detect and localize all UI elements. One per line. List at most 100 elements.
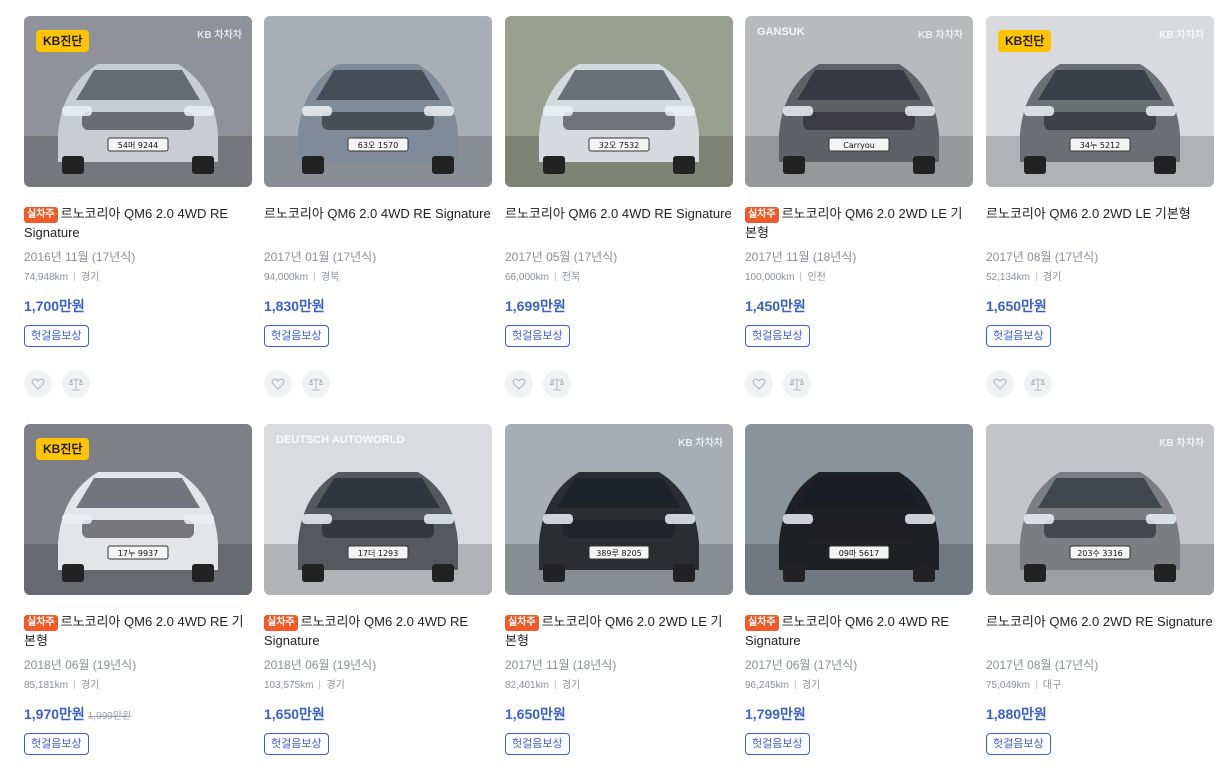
- car-photo[interactable]: 34누 5212 KB진단 KB 차차차: [986, 16, 1214, 187]
- kb-diagnosis-badge: KB진단: [998, 30, 1052, 52]
- listing-card[interactable]: 63오 1570 르노코리아 QM6 2.0 4WD RE Signature 20…: [264, 16, 492, 398]
- price-value: 1,880만원: [986, 706, 1047, 722]
- listing-grid: 54머 9244 KB진단 KB 차차차 실차주 르노코리아 QM6 2.0 4WD R…: [0, 0, 1226, 773]
- model-year: 2017년 08월 (17년식): [986, 658, 1099, 672]
- listing-title-text[interactable]: 르노코리아 QM6 2.0 2WD RE Signature: [986, 614, 1213, 629]
- car-photo[interactable]: 17더 1293 DEUTSCH AUTOWORLD: [264, 424, 492, 595]
- price-value: 1,650만원: [264, 706, 325, 722]
- listing-meta: 52,134km 경기: [986, 268, 1061, 283]
- listing-meta: 75,049km 대구: [986, 676, 1061, 691]
- listing-title[interactable]: 실차주 르노코리아 QM6 2.0 4WD RE 기본형: [24, 612, 252, 650]
- listing-title[interactable]: 르노코리아 QM6 2.0 4WD RE Signature: [264, 204, 492, 223]
- car-photo[interactable]: 203수 3316 KB 차차차: [986, 424, 1214, 595]
- region: 전북: [561, 272, 581, 283]
- listing-title-text[interactable]: 르노코리아 QM6 2.0 4WD RE Signature: [264, 206, 491, 221]
- photo-watermark: KB 차차차: [197, 30, 242, 41]
- listing-card[interactable]: 34누 5212 KB진단 KB 차차차르노코리아 QM6 2.0 2WD LE 기…: [986, 16, 1214, 398]
- scale-icon[interactable]: [783, 370, 811, 398]
- listing-title[interactable]: 실차주 르노코리아 QM6 2.0 4WD RE Signature: [24, 204, 252, 242]
- listing-meta: 82,401km 경기: [505, 676, 580, 691]
- owner-verified-badge: 실차주: [24, 207, 58, 223]
- price: 1,799만원: [745, 704, 806, 724]
- price-value: 1,700만원: [24, 298, 85, 314]
- region: 경기: [801, 680, 821, 691]
- listing-title[interactable]: 실차주 르노코리아 QM6 2.0 4WD RE Signature: [264, 612, 492, 650]
- scale-icon[interactable]: [1024, 370, 1052, 398]
- wasted-trip-compensation-badge: 헛걸음보상: [986, 325, 1051, 347]
- mileage: 100,000km: [745, 272, 795, 283]
- meta-divider: [313, 272, 315, 281]
- owner-verified-badge: 실차주: [505, 615, 539, 631]
- mileage: 103,575km: [264, 680, 314, 691]
- heart-icon[interactable]: [986, 370, 1014, 398]
- car-photo[interactable]: 09마 5617: [745, 424, 973, 595]
- listing-card[interactable]: 17더 1293 DEUTSCH AUTOWORLD 실차주 르노코리아 QM6 2.…: [264, 424, 492, 773]
- wasted-trip-compensation-badge: 헛걸음보상: [745, 733, 810, 755]
- license-plate: 389루 8205: [596, 549, 642, 558]
- wasted-trip-compensation-badge: 헛걸음보상: [505, 325, 570, 347]
- listing-card[interactable]: 32오 7532 르노코리아 QM6 2.0 4WD RE Signature 20…: [505, 16, 733, 398]
- scale-icon[interactable]: [543, 370, 571, 398]
- model-year: 2017년 08월 (17년식): [986, 250, 1099, 264]
- model-year: 2018년 06월 (19년식): [264, 658, 377, 672]
- heart-icon[interactable]: [264, 370, 292, 398]
- wasted-trip-compensation-badge: 헛걸음보상: [745, 325, 810, 347]
- listing-title-text[interactable]: 르노코리아 QM6 2.0 2WD LE 기본형: [986, 206, 1191, 221]
- license-plate: 17누 9937: [118, 549, 158, 558]
- mileage: 52,134km: [986, 272, 1030, 283]
- listing-title[interactable]: 실차주 르노코리아 QM6 2.0 2WD LE 기본형: [745, 204, 973, 242]
- owner-verified-badge: 실차주: [24, 615, 58, 631]
- listing-meta: 100,000km 인천: [745, 268, 826, 283]
- listing-title[interactable]: 실차주 르노코리아 QM6 2.0 4WD RE Signature: [745, 612, 973, 650]
- photo-watermark: KB 차차차: [1159, 438, 1204, 449]
- meta-divider: [554, 272, 556, 281]
- mileage: 96,245km: [745, 680, 789, 691]
- price: 1,699만원: [505, 296, 566, 316]
- mileage: 74,948km: [24, 272, 68, 283]
- price: 1,650만원: [264, 704, 325, 724]
- price-value: 1,799만원: [745, 706, 806, 722]
- listing-title[interactable]: 실차주 르노코리아 QM6 2.0 2WD LE 기본형: [505, 612, 733, 650]
- car-photo[interactable]: 54머 9244 KB진단 KB 차차차: [24, 16, 252, 187]
- listing-card[interactable]: 389루 8205 KB 차차차실차주 르노코리아 QM6 2.0 2WD LE 기…: [505, 424, 733, 773]
- scale-icon[interactable]: [302, 370, 330, 398]
- price: 1,700만원: [24, 296, 85, 316]
- car-photo[interactable]: 32오 7532: [505, 16, 733, 187]
- listing-title-text[interactable]: 르노코리아 QM6 2.0 4WD RE Signature: [505, 206, 732, 221]
- kb-diagnosis-badge: KB진단: [36, 30, 90, 52]
- car-photo[interactable]: 17누 9937 KB진단: [24, 424, 252, 595]
- listing-card[interactable]: 09마 5617 실차주 르노코리아 QM6 2.0 4WD RE Signatur…: [745, 424, 973, 773]
- listing-card[interactable]: 54머 9244 KB진단 KB 차차차 실차주 르노코리아 QM6 2.0 4WD R…: [24, 16, 252, 398]
- listing-card[interactable]: Carryou KB 차차차 GANSUK 실차주 르노코리아 QM6 2.0 2WD …: [745, 16, 973, 398]
- region: 경기: [80, 680, 100, 691]
- listing-title[interactable]: 르노코리아 QM6 2.0 4WD RE Signature: [505, 204, 733, 223]
- license-plate: 17더 1293: [358, 549, 398, 558]
- wasted-trip-compensation-badge: 헛걸음보상: [24, 733, 89, 755]
- price-value: 1,699만원: [505, 298, 566, 314]
- meta-divider: [73, 680, 75, 689]
- price: 1,880만원: [986, 704, 1047, 724]
- listing-meta: 96,245km 경기: [745, 676, 820, 691]
- region: 인천: [807, 272, 826, 283]
- region: 대구: [1042, 680, 1062, 691]
- heart-icon[interactable]: [745, 370, 773, 398]
- listing-meta: 103,575km 경기: [264, 676, 345, 691]
- model-year: 2017년 01월 (17년식): [264, 250, 377, 264]
- listing-title[interactable]: 르노코리아 QM6 2.0 2WD LE 기본형: [986, 204, 1214, 223]
- car-photo[interactable]: Carryou KB 차차차 GANSUK: [745, 16, 973, 187]
- model-year: 2017년 06월 (17년식): [745, 658, 858, 672]
- meta-divider: [554, 680, 556, 689]
- region: 경기: [561, 680, 581, 691]
- heart-icon[interactable]: [505, 370, 533, 398]
- listing-card[interactable]: 203수 3316 KB 차차차르노코리아 QM6 2.0 2WD RE Sign…: [986, 424, 1214, 773]
- car-photo[interactable]: 63오 1570: [264, 16, 492, 187]
- license-plate: 09마 5617: [839, 549, 879, 558]
- region: 경기: [80, 272, 100, 283]
- price-value: 1,450만원: [745, 298, 806, 314]
- car-photo[interactable]: 389루 8205 KB 차차차: [505, 424, 733, 595]
- listing-card[interactable]: 17누 9937 KB진단 실차주 르노코리아 QM6 2.0 4WD RE 기본형 2…: [24, 424, 252, 773]
- listing-title[interactable]: 르노코리아 QM6 2.0 2WD RE Signature: [986, 612, 1214, 631]
- scale-icon[interactable]: [62, 370, 90, 398]
- heart-icon[interactable]: [24, 370, 52, 398]
- original-price: 1,999만원: [87, 711, 132, 722]
